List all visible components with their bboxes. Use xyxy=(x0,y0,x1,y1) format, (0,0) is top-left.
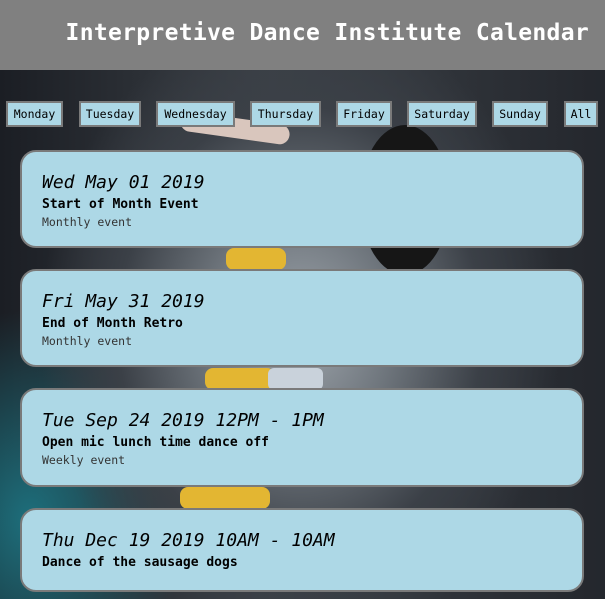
event-date: Fri May 31 2019 xyxy=(42,291,205,312)
filter-friday-button[interactable]: Friday xyxy=(336,101,392,127)
event-frequency: Monthly event xyxy=(42,334,133,348)
filter-thursday-button[interactable]: Thursday xyxy=(250,101,321,127)
event-date: Wed May 01 2019 xyxy=(42,172,205,193)
dancer-pants xyxy=(268,368,323,390)
event-name: Start of Month Event xyxy=(42,197,199,212)
event-card[interactable]: Tue Sep 24 2019 12PM - 1PM Open mic lunc… xyxy=(20,388,584,487)
dancer-shirt-lower xyxy=(205,368,275,390)
filter-all-button[interactable]: All xyxy=(564,101,598,127)
filter-tuesday-button[interactable]: Tuesday xyxy=(79,101,141,127)
event-card[interactable]: Fri May 31 2019 End of Month Retro Month… xyxy=(20,269,584,367)
dancer-shirt-bottom xyxy=(180,487,270,509)
filter-wednesday-button[interactable]: Wednesday xyxy=(156,101,235,127)
filter-sunday-button[interactable]: Sunday xyxy=(492,101,548,127)
event-frequency: Weekly event xyxy=(42,453,126,467)
dancer-shirt xyxy=(226,248,286,270)
event-card[interactable]: Thu Dec 19 2019 10AM - 10AM Dance of the… xyxy=(20,508,584,592)
event-name: Dance of the sausage dogs xyxy=(42,555,238,570)
event-card[interactable]: Wed May 01 2019 Start of Month Event Mon… xyxy=(20,150,584,248)
event-name: End of Month Retro xyxy=(42,316,183,331)
filter-saturday-button[interactable]: Saturday xyxy=(407,101,477,127)
event-frequency: Monthly event xyxy=(42,215,133,229)
event-name: Open mic lunch time dance off xyxy=(42,435,269,450)
event-date: Thu Dec 19 2019 10AM - 10AM xyxy=(42,530,335,551)
event-date: Tue Sep 24 2019 12PM - 1PM xyxy=(42,410,324,431)
page-title: Interpretive Dance Institute Calendar xyxy=(65,20,589,46)
filter-monday-button[interactable]: Monday xyxy=(6,101,63,127)
header-bar: Interpretive Dance Institute Calendar xyxy=(0,0,605,70)
